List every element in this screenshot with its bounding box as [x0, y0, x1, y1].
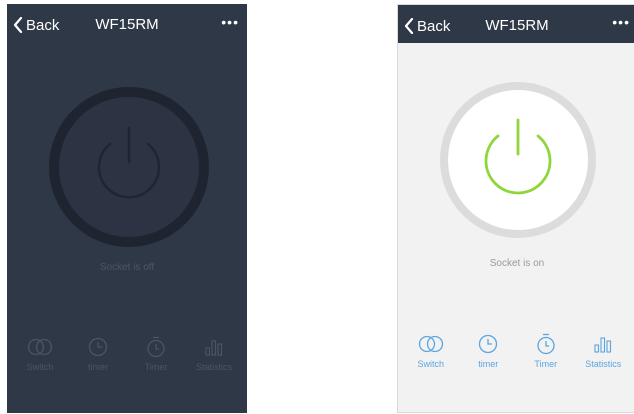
nav-bar: Back WF15RM ••• [398, 5, 634, 43]
power-button[interactable] [48, 86, 210, 248]
more-menu-button[interactable]: ••• [612, 15, 630, 29]
statistics-button[interactable]: Statistics [578, 333, 628, 369]
timer-label: timer [478, 359, 499, 369]
switch-button[interactable]: Switch [406, 333, 456, 369]
screen-socket-off: Back WF15RM ••• Socket is off Switch tim… [7, 4, 247, 413]
power-button[interactable] [438, 80, 598, 240]
bottom-toolbar: Switch timer Timer Statistics [398, 333, 634, 369]
bottom-toolbar: Switch timer Timer Statistics [7, 336, 247, 372]
screen-socket-on: Back WF15RM ••• Socket is on Switch time… [397, 4, 634, 413]
statistics-label: Statistics [585, 359, 622, 369]
statistics-button[interactable]: Statistics [189, 336, 239, 372]
countdown-timer-label: Timer [144, 362, 168, 372]
socket-status: Socket is on [489, 258, 545, 269]
socket-status: Socket is off [99, 262, 155, 273]
switch-icon [418, 335, 443, 353]
page-title: WF15RM [485, 17, 549, 34]
switch-button[interactable]: Switch [15, 336, 65, 372]
nav-bar: Back WF15RM ••• [7, 4, 247, 44]
switch-label: Switch [26, 362, 54, 372]
bar-chart-icon [594, 337, 612, 353]
more-menu-button[interactable]: ••• [221, 15, 239, 29]
countdown-timer-label: Timer [534, 359, 558, 369]
switch-label: Switch [417, 359, 444, 369]
stopwatch-icon [537, 333, 555, 355]
timer-button[interactable]: timer [73, 336, 123, 372]
clock-icon [88, 337, 108, 357]
power-icon [440, 82, 596, 238]
bar-chart-icon [205, 340, 223, 356]
countdown-timer-button[interactable]: Timer [521, 333, 571, 369]
page-title: WF15RM [95, 16, 159, 33]
timer-button[interactable]: timer [463, 333, 513, 369]
timer-label: timer [88, 362, 108, 372]
statistics-label: Statistics [195, 362, 232, 372]
power-icon [49, 87, 209, 247]
switch-icon [27, 338, 53, 356]
stopwatch-icon [147, 336, 165, 358]
countdown-timer-button[interactable]: Timer [131, 336, 181, 372]
clock-icon [479, 334, 498, 354]
